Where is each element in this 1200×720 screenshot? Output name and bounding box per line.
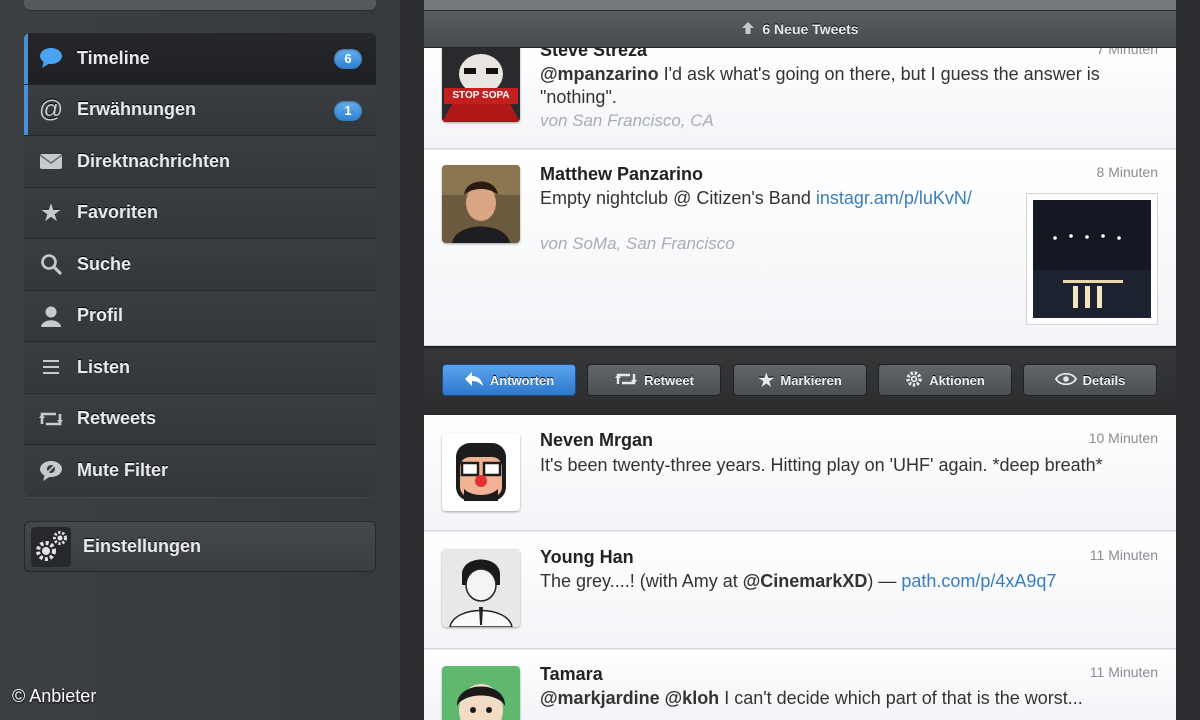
tweet-time: 11 Minuten: [1089, 547, 1158, 563]
mute-filter-icon: [38, 459, 64, 483]
new-tweets-label: 6 Neue Tweets: [762, 21, 859, 37]
avatar-badge: STOP SOPA: [444, 88, 518, 104]
tweet-link[interactable]: path.com/p/4xA9q7: [901, 571, 1056, 591]
at-sign-icon: @: [38, 95, 64, 123]
gears-icon: [31, 526, 71, 567]
avatar[interactable]: STOP SOPA: [442, 48, 520, 122]
sidebar-item-label: Listen: [77, 356, 131, 377]
unread-count-badge: 1: [334, 100, 362, 121]
sidebar-item-label: Retweets: [77, 408, 157, 429]
tweet-item-selected[interactable]: Matthew Panzarino 8 Minuten Empty nightc…: [424, 150, 1176, 346]
avatar[interactable]: [442, 165, 520, 243]
sidebar-item-lists[interactable]: Listen: [24, 342, 376, 394]
tweet-location[interactable]: von SoMa, San Francisco: [540, 234, 735, 254]
details-label: Details: [1082, 372, 1126, 388]
star-icon: ★: [41, 199, 61, 225]
settings-button[interactable]: Einstellungen: [24, 521, 376, 572]
sidebar-item-search[interactable]: Suche: [24, 239, 376, 291]
sidebar-top-button[interactable]: [24, 0, 376, 10]
list-icon: [38, 355, 64, 379]
tweet-author[interactable]: Young Han: [540, 547, 634, 568]
sidebar: Timeline 6 @ Erwähnungen 1 Direktnachric…: [0, 0, 400, 720]
tweet-text: The grey....! (with Amy at @CinemarkXD) …: [540, 570, 1150, 593]
sidebar-item-favorites[interactable]: ★ Favoriten: [24, 187, 376, 239]
new-tweets-bar[interactable]: 6 Neue Tweets: [424, 11, 1176, 48]
sidebar-item-label: Timeline: [77, 47, 150, 68]
settings-label: Einstellungen: [83, 536, 202, 556]
tweet-author[interactable]: Tamara: [540, 664, 603, 685]
details-button[interactable]: Details: [1023, 364, 1157, 396]
mention-link[interactable]: @CinemarkXD: [743, 571, 868, 591]
timeline-top-bar: [424, 0, 1176, 11]
tweet-item[interactable]: Young Han 11 Minuten The grey....! (with…: [424, 532, 1176, 649]
retweet-label: Retweet: [644, 372, 694, 388]
tweet-author[interactable]: Neven Mrgan: [540, 430, 653, 451]
tweet-text: @mpanzarino I'd ask what's going on ther…: [540, 63, 1150, 109]
sidebar-item-retweets[interactable]: Retweets: [24, 393, 376, 445]
sidebar-item-timeline[interactable]: Timeline 6: [24, 33, 376, 85]
image-credit: © Anbieter: [12, 686, 97, 706]
tweet-time: 10 Minuten: [1088, 430, 1158, 446]
mention-link[interactable]: @kloh: [665, 688, 720, 708]
tweet-time: 11 Minuten: [1089, 664, 1158, 680]
sidebar-item-label: Mute Filter: [77, 460, 169, 481]
tweet-item[interactable]: Neven Mrgan 10 Minuten It's been twenty-…: [424, 415, 1176, 531]
timeline-panel: 6 Neue Tweets STOP SOPA Steve Streza 7 M…: [424, 0, 1176, 720]
reply-arrow-icon: [464, 371, 484, 390]
reply-button[interactable]: Antworten: [442, 364, 576, 396]
sidebar-item-label: Profil: [77, 305, 124, 326]
tweet-location[interactable]: von San Francisco, CA: [540, 111, 714, 131]
speech-bubble-icon: [38, 46, 64, 70]
mention-link[interactable]: @markjardine: [540, 688, 660, 708]
tweet-link[interactable]: instagr.am/p/luKvN/: [816, 188, 972, 208]
sidebar-item-profile[interactable]: Profil: [24, 290, 376, 342]
user-icon: [38, 304, 64, 328]
star-icon: ★: [758, 369, 775, 390]
reply-label: Antworten: [489, 372, 555, 388]
mention-link[interactable]: @mpanzarino: [540, 64, 659, 84]
favorite-button[interactable]: ★ Markieren: [733, 364, 867, 396]
tweet-text-body: The grey....! (with Amy at: [540, 571, 743, 591]
sidebar-item-mentions[interactable]: @ Erwähnungen 1: [24, 84, 376, 136]
envelope-icon: [38, 149, 64, 173]
sidebar-item-label: Erwähnungen: [77, 99, 197, 120]
retweet-icon: [614, 371, 638, 390]
tweet-text: It's been twenty-three years. Hitting pl…: [540, 455, 1103, 475]
photo-thumbnail[interactable]: [1026, 193, 1158, 325]
actions-button[interactable]: Aktionen: [878, 364, 1012, 396]
tweet-time: 7 Minuten: [1096, 48, 1158, 57]
sidebar-item-label: Suche: [77, 253, 132, 274]
search-icon: [38, 252, 64, 276]
tweet-action-bar: Antworten Retweet ★ Markieren Aktionen D…: [424, 346, 1176, 417]
tweet-text-body: ) —: [867, 571, 902, 591]
tweet-text: Empty nightclub @ Citizen's Band instagr…: [540, 187, 980, 210]
arrow-up-icon: [741, 21, 755, 38]
avatar[interactable]: [442, 549, 520, 627]
sidebar-item-mute-filter[interactable]: Mute Filter: [24, 445, 376, 497]
favorite-label: Markieren: [780, 372, 842, 388]
main-panel: 6 Neue Tweets STOP SOPA Steve Streza 7 M…: [400, 0, 1200, 720]
sidebar-item-label: Favoriten: [77, 202, 159, 223]
retweet-button[interactable]: Retweet: [587, 364, 721, 396]
tweet-text: @markjardine @kloh I can't decide which …: [540, 687, 1150, 710]
tweet-text-body: Empty nightclub @ Citizen's Band: [540, 188, 816, 208]
gear-icon: [905, 370, 923, 391]
sidebar-item-direct-messages[interactable]: Direktnachrichten: [24, 136, 376, 188]
retweet-icon: [38, 407, 64, 431]
actions-label: Aktionen: [929, 372, 985, 388]
sidebar-menu: Timeline 6 @ Erwähnungen 1 Direktnachric…: [24, 33, 376, 497]
tweet-time: 8 Minuten: [1096, 164, 1158, 180]
tweet-item[interactable]: STOP SOPA Steve Streza 7 Minuten @mpanza…: [424, 48, 1176, 149]
tweet-item[interactable]: Tamara 11 Minuten @markjardine @kloh I c…: [424, 650, 1176, 720]
avatar[interactable]: [442, 433, 520, 511]
eye-icon: [1054, 372, 1077, 389]
tweet-author[interactable]: Steve Streza: [540, 48, 647, 61]
avatar[interactable]: [442, 666, 520, 720]
tweet-author[interactable]: Matthew Panzarino: [540, 164, 703, 185]
unread-count-badge: 6: [334, 49, 362, 69]
tweet-text-body: I can't decide which part of that is the…: [719, 688, 1083, 708]
sidebar-item-label: Direktnachrichten: [77, 150, 231, 171]
